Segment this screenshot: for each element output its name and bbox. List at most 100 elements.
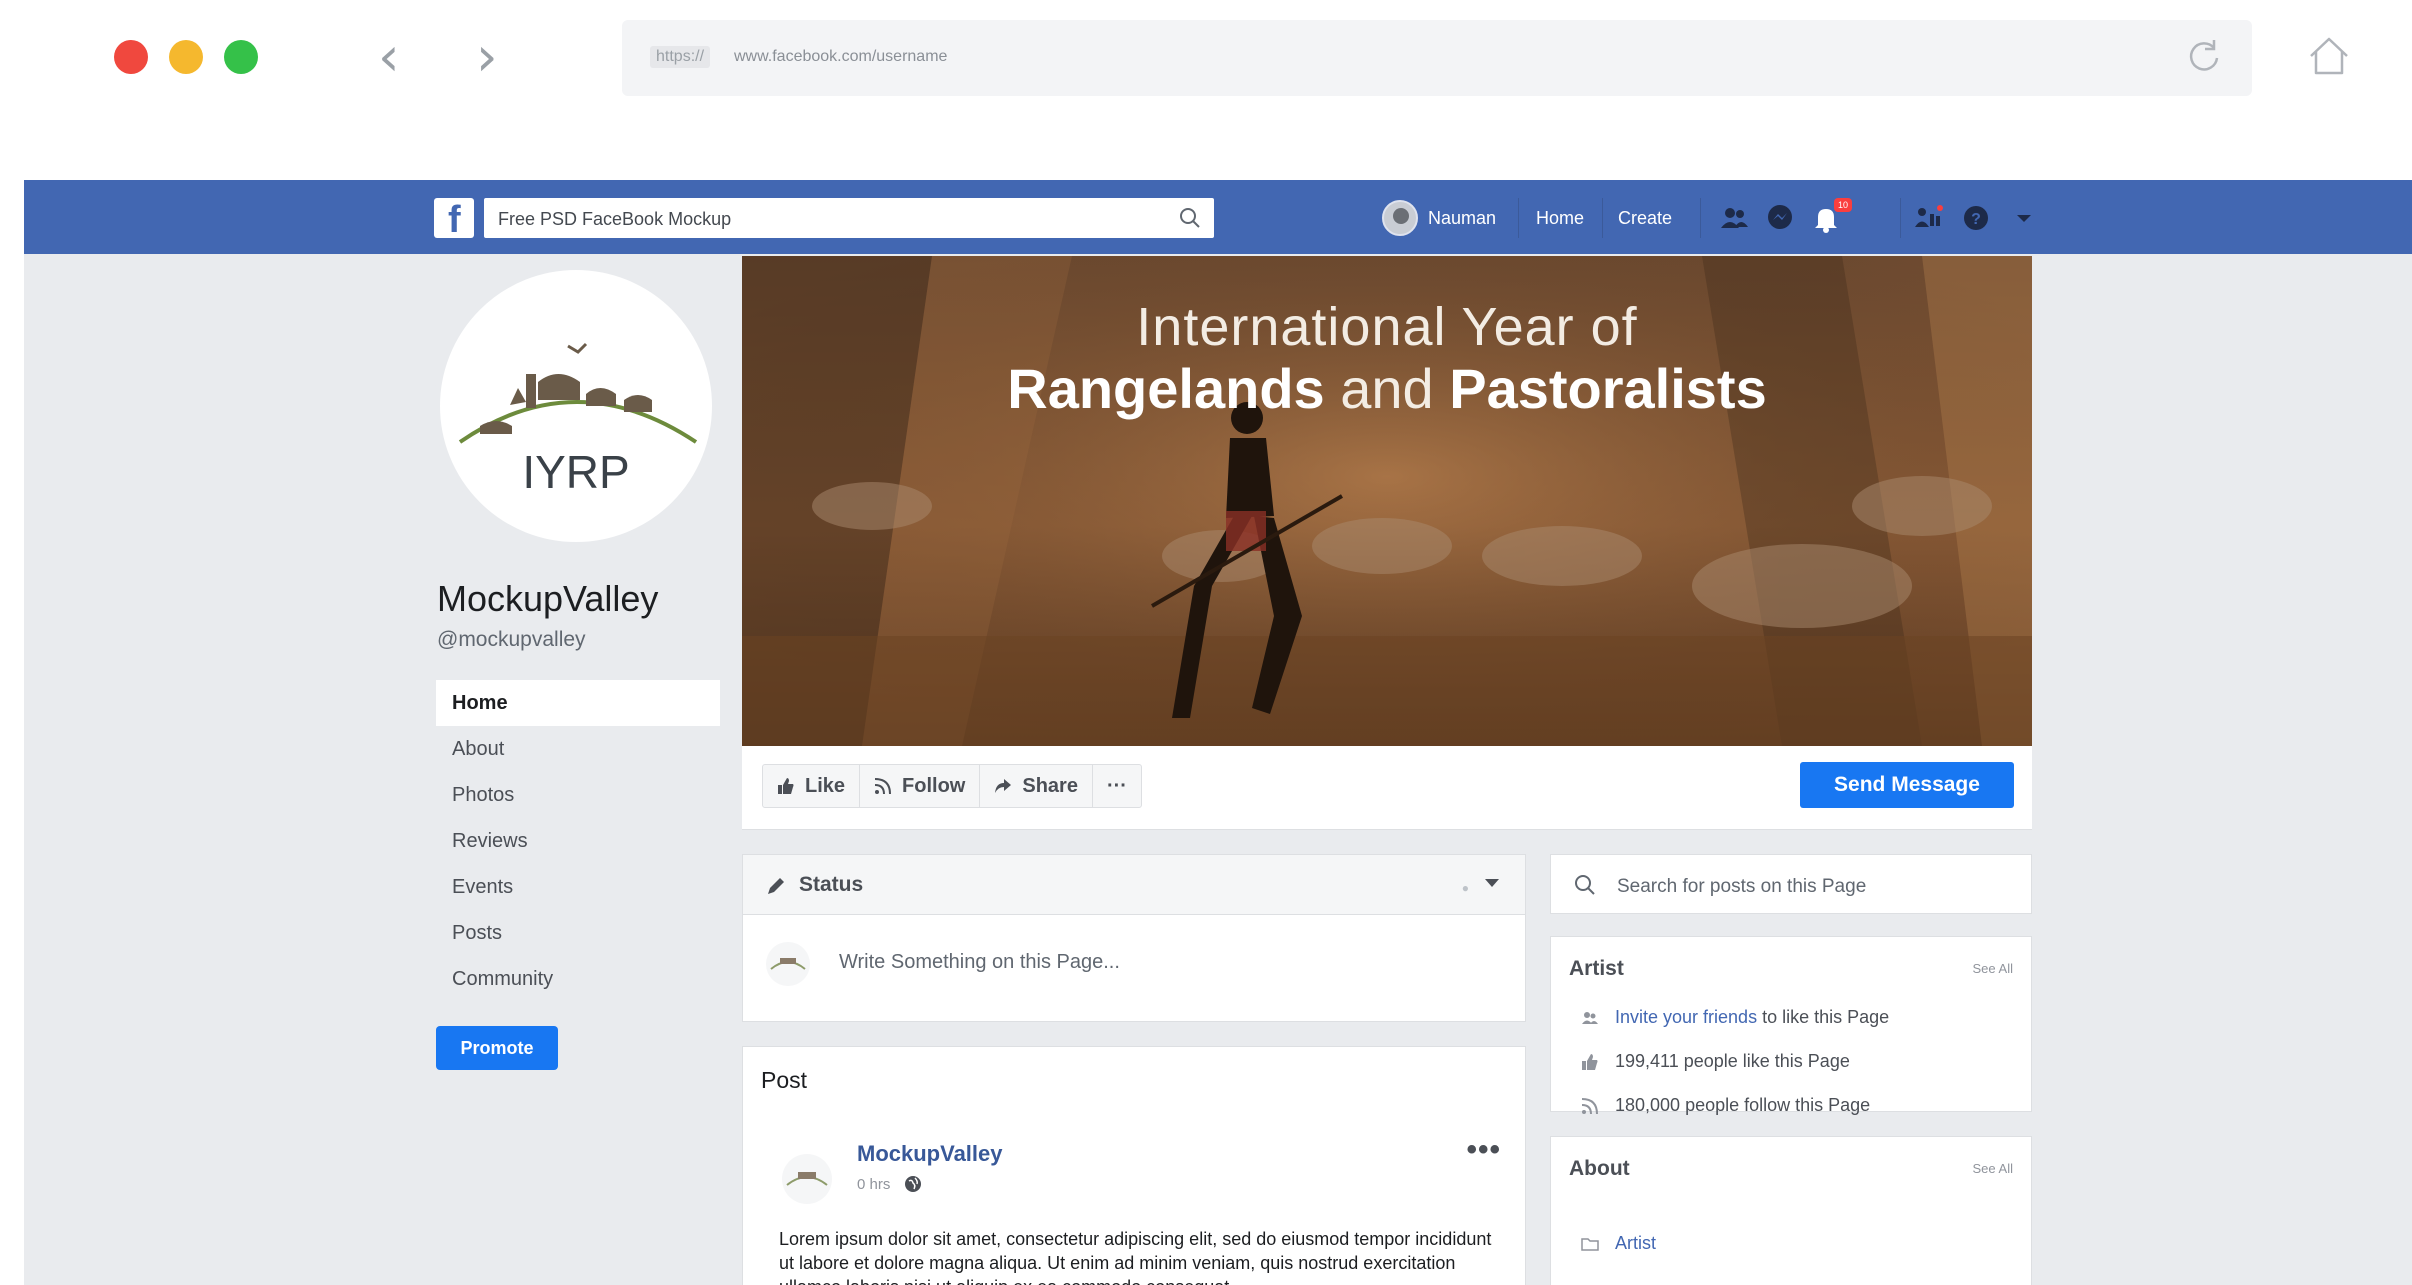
status-composer-header[interactable]: Status ● — [743, 855, 1525, 915]
share-button-label: Share — [1022, 774, 1078, 797]
page-likes-count: 199,411 people like this Page — [1615, 1051, 1850, 1071]
cover-word-rangelands: Rangelands — [1007, 357, 1325, 420]
facebook-page: f Free PSD FaceBook Mockup Nauman Home C… — [24, 180, 2412, 1285]
page-followers-count: 180,000 people follow this Page — [1615, 1095, 1871, 1115]
side-nav-item-reviews[interactable]: Reviews — [436, 818, 720, 864]
cover-photo[interactable]: International Year of Rangelands and Pas… — [742, 256, 2032, 746]
about-see-all-link[interactable]: See All — [1973, 1161, 2013, 1176]
reload-icon[interactable] — [2184, 36, 2224, 76]
nav-divider — [1602, 198, 1603, 238]
back-arrow-icon[interactable]: ‹ — [378, 30, 400, 84]
about-category-row: Artist — [1581, 1233, 1656, 1254]
avatar — [1382, 200, 1418, 236]
globe-icon — [905, 1176, 922, 1192]
profile-picture[interactable]: IYRP — [434, 264, 718, 548]
facebook-search-input[interactable]: Free PSD FaceBook Mockup — [484, 198, 1214, 238]
friend-requests-icon[interactable] — [1718, 202, 1750, 234]
side-nav-item-home[interactable]: Home — [436, 680, 720, 726]
iyrp-logo: IYRP — [458, 342, 698, 498]
promote-button[interactable]: Promote — [436, 1026, 558, 1070]
chevron-down-icon[interactable] — [1485, 879, 1499, 887]
page-avatar — [766, 942, 810, 986]
side-nav-item-events[interactable]: Events — [436, 864, 720, 910]
nav-divider — [1518, 198, 1519, 238]
page-action-buttons: Like Follow Share ··· — [762, 764, 1142, 808]
about-card: About See All Artist — [1550, 1136, 2032, 1285]
post-options-button[interactable]: ••• — [1466, 1133, 1501, 1167]
thumbs-up-icon — [1582, 1053, 1598, 1070]
invite-friends-row: Invite your friends to like this Page — [1581, 1007, 1889, 1028]
page-handle[interactable]: @mockupvalley — [437, 628, 586, 652]
facebook-logo-letter: f — [448, 199, 461, 241]
page-action-bar: Like Follow Share ··· Send Message — [742, 746, 2032, 830]
invite-friends-icon — [1582, 1011, 1598, 1024]
cover-word-and: and — [1340, 357, 1434, 420]
account-menu-chevron-down-icon[interactable] — [2008, 202, 2040, 234]
notification-badge: 10 — [1834, 198, 1852, 212]
help-icon[interactable]: ? — [1960, 202, 1992, 234]
nav-create-link[interactable]: Create — [1618, 208, 1672, 229]
post-meta: 0 hrs — [857, 1175, 922, 1193]
help-community-icon[interactable] — [1912, 202, 1944, 234]
side-nav-item-community[interactable]: Community — [436, 956, 720, 1002]
share-button[interactable]: Share — [980, 765, 1093, 807]
follow-button[interactable]: Follow — [860, 765, 981, 807]
window-maximize-button[interactable] — [224, 40, 258, 74]
nav-home-link[interactable]: Home — [1536, 208, 1584, 229]
facebook-top-bar: f Free PSD FaceBook Mockup Nauman Home C… — [24, 180, 2412, 254]
send-message-button[interactable]: Send Message — [1800, 762, 2014, 808]
facebook-logo-icon[interactable]: f — [434, 198, 474, 241]
cover-headline-line2: Rangelands and Pastoralists — [742, 356, 2032, 421]
search-icon[interactable] — [1178, 206, 1202, 230]
page-followers-row: 180,000 people follow this Page — [1581, 1095, 1870, 1116]
rss-follow-icon — [874, 778, 892, 795]
page-search-placeholder: Search for posts on this Page — [1617, 876, 1867, 897]
status-composer: Status ● Write Something on this Page... — [742, 854, 1526, 1022]
post-section-title: Post — [761, 1067, 808, 1093]
cover-headline-line1: International Year of — [1136, 297, 1638, 357]
category-folder-icon — [1581, 1237, 1599, 1251]
svg-text:?: ? — [1971, 211, 1981, 228]
invite-friends-link[interactable]: Invite your friends — [1615, 1007, 1757, 1027]
window-close-button[interactable] — [114, 40, 148, 74]
artist-card-title: Artist — [1569, 957, 1624, 980]
status-indicator-icon: ● — [1461, 881, 1469, 895]
home-icon[interactable] — [2306, 34, 2352, 78]
follow-button-label: Follow — [902, 774, 966, 797]
post-body-text: Lorem ipsum dolor sit amet, consectetur … — [779, 1229, 1492, 1285]
address-bar[interactable]: https:// www.facebook.com/username — [622, 20, 2252, 96]
url-text[interactable]: www.facebook.com/username — [734, 48, 947, 66]
side-nav-item-posts[interactable]: Posts — [436, 910, 720, 956]
status-tab-label: Status — [799, 873, 864, 896]
nav-divider — [1700, 198, 1701, 238]
more-actions-button[interactable]: ··· — [1093, 765, 1141, 807]
artist-see-all-link[interactable]: See All — [1973, 961, 2013, 976]
url-scheme: https:// — [650, 46, 711, 68]
window-minimize-button[interactable] — [169, 40, 203, 74]
artist-info-card: Artist See All Invite your friends to li… — [1550, 936, 2032, 1115]
like-button[interactable]: Like — [763, 765, 861, 807]
page-title[interactable]: MockupValley — [437, 578, 658, 620]
messenger-icon[interactable] — [1764, 202, 1796, 234]
nav-user-name: Nauman — [1428, 207, 1497, 228]
forward-arrow-icon[interactable]: › — [476, 30, 498, 84]
search-icon — [1575, 875, 1595, 895]
nav-profile-link[interactable]: Nauman — [1382, 198, 1496, 238]
post-author-avatar[interactable] — [781, 1153, 833, 1205]
search-input-value: Free PSD FaceBook Mockup — [498, 209, 732, 229]
page-side-navigation: Home About Photos Reviews Events Posts C… — [436, 680, 720, 1002]
post-author-name[interactable]: MockupValley — [857, 1141, 1003, 1167]
rss-follow-icon — [1581, 1097, 1598, 1114]
browser-toolbar: ‹ › https:// www.facebook.com/username — [0, 0, 2412, 150]
cover-word-pastoralists: Pastoralists — [1449, 357, 1767, 420]
side-nav-item-photos[interactable]: Photos — [436, 772, 720, 818]
post-timestamp[interactable]: 0 hrs — [857, 1176, 890, 1193]
page-posts-search[interactable]: Search for posts on this Page — [1550, 854, 2032, 914]
status-input[interactable]: Write Something on this Page... — [839, 951, 1120, 974]
about-category-link[interactable]: Artist — [1615, 1233, 1656, 1254]
post-card: Post MockupValley 0 hrs ••• Lorem ipsum … — [742, 1046, 1526, 1285]
pencil-icon — [768, 878, 784, 894]
thumbs-up-icon — [778, 778, 794, 794]
side-nav-item-about[interactable]: About — [436, 726, 720, 772]
invite-friends-text: to like this Page — [1762, 1007, 1890, 1027]
